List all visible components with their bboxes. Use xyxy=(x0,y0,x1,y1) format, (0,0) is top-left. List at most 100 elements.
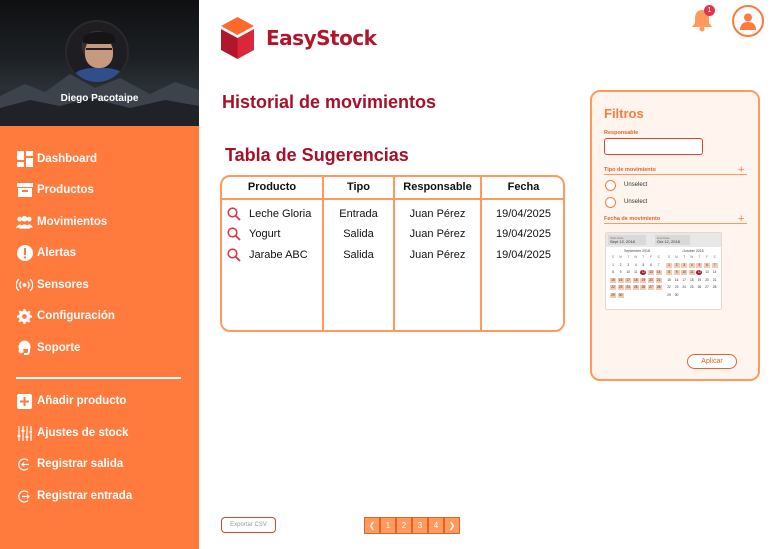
sidebar-item-sensores[interactable]: Sensores xyxy=(16,274,89,296)
calendar-day[interactable]: 4 xyxy=(633,263,639,268)
calendar-day[interactable]: 24 xyxy=(625,285,632,291)
expand-fecha-button[interactable]: + xyxy=(738,214,744,225)
calendar-day[interactable]: 18 xyxy=(689,278,695,283)
calendar-day[interactable]: 26 xyxy=(696,285,702,290)
calendar-day[interactable]: 10 xyxy=(681,270,688,276)
calendar-day[interactable]: 16 xyxy=(617,277,624,283)
calendar-day[interactable]: W xyxy=(633,255,639,260)
calendar-day[interactable] xyxy=(696,301,702,306)
calendar-day[interactable] xyxy=(640,293,646,298)
calendar-day[interactable]: 1 xyxy=(666,262,672,268)
pagination-next-icon[interactable]: ❯ xyxy=(444,517,460,534)
calendar-day[interactable]: 30 xyxy=(617,293,624,298)
calendar-day[interactable]: 5 xyxy=(696,262,703,268)
calendar-day[interactable]: 22 xyxy=(666,285,672,290)
calendar-day[interactable]: M xyxy=(618,255,624,260)
calendar-day[interactable]: 20 xyxy=(648,277,654,283)
calendar-day[interactable]: F xyxy=(648,255,654,260)
page-1-button[interactable]: 1 xyxy=(380,517,396,534)
expand-tipo-button[interactable]: + xyxy=(738,165,744,176)
calendar-day[interactable]: 24 xyxy=(681,285,687,290)
calendar-day[interactable]: 6 xyxy=(648,263,654,268)
calendar-day[interactable]: 22 xyxy=(610,285,616,291)
column-header-tipo[interactable]: Tipo xyxy=(324,181,393,193)
search-icon[interactable] xyxy=(227,248,241,262)
calendar-day[interactable] xyxy=(633,293,639,298)
responsable-input[interactable] xyxy=(604,138,703,155)
calendar-day[interactable]: 12 xyxy=(640,270,647,276)
tipo-option-2-radio[interactable] xyxy=(605,197,616,208)
page-3-button[interactable]: 3 xyxy=(412,517,428,534)
calendar-day[interactable] xyxy=(712,301,718,306)
calendar-day[interactable]: 29 xyxy=(666,293,672,298)
export-csv-button[interactable]: Exportar CSV xyxy=(221,517,276,533)
calendar-day[interactable]: 26 xyxy=(640,285,647,291)
column-header-producto[interactable]: Producto xyxy=(222,181,322,193)
calendar-day[interactable]: 2 xyxy=(673,262,680,268)
calendar-day[interactable] xyxy=(625,293,631,298)
calendar-day[interactable]: S xyxy=(610,255,616,260)
calendar-day[interactable]: S xyxy=(666,255,672,260)
calendar-day[interactable] xyxy=(666,301,672,306)
end-date-field[interactable]: End Date Oct 12, 2018 xyxy=(655,235,690,245)
sidebar-action-stock-adjust[interactable]: Ajustes de stock xyxy=(16,422,128,444)
calendar-day[interactable]: 14 xyxy=(712,270,718,275)
calendar-day[interactable] xyxy=(656,301,662,306)
calendar-day[interactable]: 21 xyxy=(655,277,662,283)
calendar-day[interactable]: 3 xyxy=(625,263,631,268)
calendar-day[interactable] xyxy=(689,293,695,298)
calendar-day[interactable]: 23 xyxy=(674,285,680,290)
calendar-day[interactable]: T xyxy=(640,255,646,260)
calendar-day[interactable]: 27 xyxy=(648,285,654,291)
sidebar-item-dashboard[interactable]: Dashboard xyxy=(16,148,97,170)
calendar-day[interactable] xyxy=(633,301,639,306)
calendar-day[interactable] xyxy=(674,301,680,306)
calendar-day[interactable] xyxy=(648,293,654,298)
user-menu-button[interactable] xyxy=(732,5,764,37)
calendar-day[interactable]: W xyxy=(689,255,695,260)
calendar-day[interactable]: 3 xyxy=(681,262,688,268)
calendar-day[interactable]: T xyxy=(681,255,687,260)
sidebar-item-alertas[interactable]: Alertas xyxy=(16,242,76,264)
calendar-day[interactable]: 16 xyxy=(674,278,680,283)
calendar-day[interactable] xyxy=(656,293,662,298)
calendar-day[interactable] xyxy=(704,301,710,306)
calendar-day[interactable] xyxy=(640,301,646,306)
calendar-day[interactable]: 13 xyxy=(704,270,710,275)
app-logo[interactable]: EasyStock xyxy=(221,17,377,59)
calendar-day[interactable] xyxy=(681,301,687,306)
calendar-day[interactable] xyxy=(681,293,687,298)
calendar-day[interactable]: 28 xyxy=(655,285,662,291)
calendar-day[interactable]: 15 xyxy=(666,278,672,283)
apply-filters-button[interactable]: Aplicar xyxy=(687,354,737,369)
start-date-field[interactable]: Start Date Sept 12, 2018 xyxy=(608,235,646,245)
calendar-day[interactable] xyxy=(648,301,654,306)
calendar-day[interactable]: 17 xyxy=(681,278,687,283)
search-icon[interactable] xyxy=(227,207,241,221)
sidebar-action-register-exit[interactable]: Registrar salida xyxy=(16,453,123,475)
calendar-day[interactable]: 5 xyxy=(640,263,646,268)
calendar-day[interactable]: 7 xyxy=(711,262,718,268)
calendar-day[interactable]: 27 xyxy=(704,285,710,290)
calendar-day[interactable]: S xyxy=(656,255,662,260)
calendar-day[interactable]: M xyxy=(674,255,680,260)
page-4-button[interactable]: 4 xyxy=(428,517,444,534)
calendar-day[interactable] xyxy=(704,293,710,298)
sidebar-item-soporte[interactable]: Soporte xyxy=(16,337,80,359)
calendar-day[interactable]: T xyxy=(625,255,631,260)
calendar-day[interactable] xyxy=(712,293,718,298)
calendar-day[interactable]: 30 xyxy=(674,293,680,298)
sidebar-action-add-product[interactable]: Añadir producto xyxy=(16,390,126,412)
calendar-day[interactable]: 11 xyxy=(633,270,639,275)
calendar-day[interactable] xyxy=(625,301,631,306)
calendar-day[interactable]: 9 xyxy=(673,270,680,276)
calendar-day[interactable]: 25 xyxy=(689,285,695,290)
avatar[interactable] xyxy=(65,20,129,84)
calendar-day[interactable]: 10 xyxy=(625,270,631,275)
calendar-day[interactable] xyxy=(696,293,702,298)
calendar-day[interactable]: 19 xyxy=(640,277,647,283)
calendar-day[interactable]: 13 xyxy=(648,270,654,276)
calendar-day[interactable]: 29 xyxy=(610,293,616,298)
calendar-day[interactable]: 4 xyxy=(688,262,695,268)
calendar-day[interactable]: 9 xyxy=(618,270,624,275)
